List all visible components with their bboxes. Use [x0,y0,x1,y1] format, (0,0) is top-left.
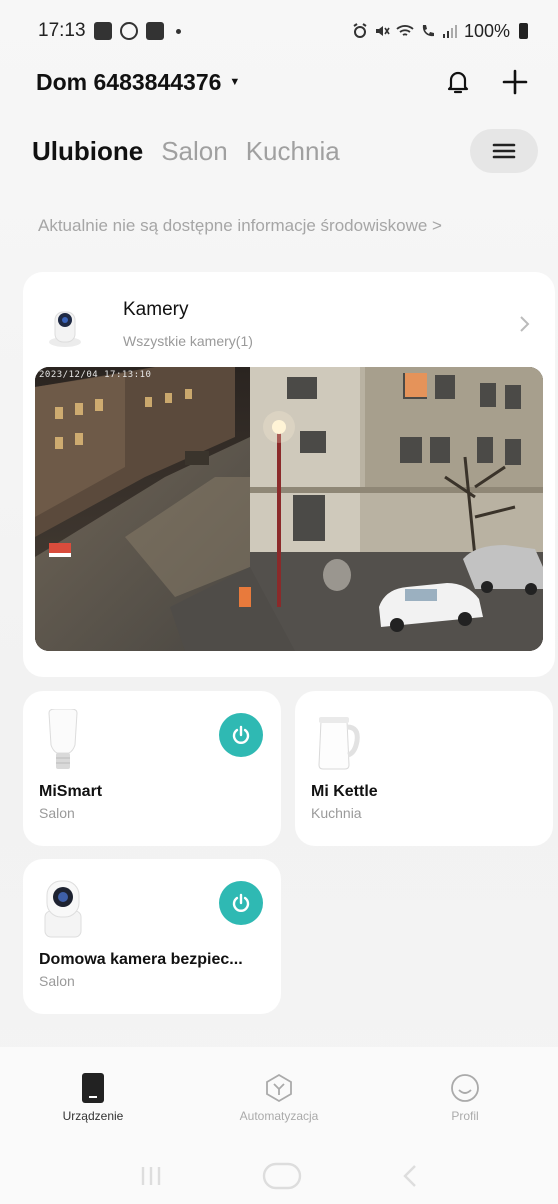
device-icon [82,1073,104,1103]
camera-feed-image: 2023/12/04 17:13:10 [35,367,543,651]
cameras-subtitle: Wszystkie kamery(1) [123,333,253,349]
notification-image-icon [145,22,164,40]
mute-icon [375,26,390,36]
room-tabs: Ulubione Salon Kuchnia [32,128,538,174]
nav-automation[interactable]: Automatyzacja [186,1047,372,1147]
device-room: Salon [39,805,75,821]
tab-salon[interactable]: Salon [161,136,228,167]
feed-timestamp: 2023/12/04 17:13:10 [39,370,151,380]
environment-info-link[interactable]: Aktualnie nie są dostępne informacje śro… [38,216,442,236]
notification-x-icon [119,22,138,40]
power-icon [232,725,250,744]
home-icon[interactable] [260,1161,304,1191]
nav-devices[interactable]: Urządzenie [0,1047,186,1147]
camera-live-feed[interactable]: 2023/12/04 17:13:10 [35,367,543,651]
power-button[interactable] [219,713,263,757]
battery-icon [519,23,528,39]
bell-icon[interactable] [446,69,470,95]
nav-label: Urządzenie [62,1109,124,1123]
nav-profile[interactable]: Profil [372,1047,558,1147]
tab-favorites[interactable]: Ulubione [32,136,143,167]
call-icon [422,25,434,37]
notification-dot-icon [175,28,181,34]
device-name: MiSmart [39,783,103,800]
recent-apps-icon[interactable] [139,1165,163,1187]
status-bar: 17:13 100% [0,0,558,62]
system-navigation-bar [0,1147,558,1204]
power-button[interactable] [219,881,263,925]
device-card-mismart[interactable]: MiSmart Salon [23,691,281,846]
automation-icon [266,1073,292,1103]
cameras-title: Kamery [123,299,189,320]
device-name: Mi Kettle [311,783,378,800]
status-time: 17:13 [38,20,86,41]
camera-icon [41,877,85,941]
bottom-navigation: Urządzenie Automatyzacja Profil [0,1047,558,1147]
cameras-card[interactable]: Kamery Wszystkie kamery(1) 2023/12/04 17… [23,272,555,677]
back-icon[interactable] [401,1164,419,1188]
device-room: Kuchnia [311,805,362,821]
device-card-mi-kettle[interactable]: Mi Kettle Kuchnia [295,691,553,846]
caret-down-icon: ▼ [229,76,241,88]
wifi-icon [396,25,414,36]
tabs-menu-button[interactable] [470,129,538,173]
hamburger-icon [492,143,516,159]
device-room: Salon [39,973,75,989]
bulb-icon [41,708,85,773]
cameras-header[interactable]: Kamery Wszystkie kamery(1) [43,294,535,354]
home-selector[interactable]: Dom 6483844376 ▼ [36,69,240,96]
battery-percent: 100% [463,20,510,41]
header: Dom 6483844376 ▼ [0,62,558,102]
alarm-icon [353,23,367,38]
signal-icon [442,25,457,38]
device-name: Domowa kamera bezpiec... [39,951,243,968]
home-name: Dom 6483844376 [36,68,222,95]
power-icon [232,893,250,912]
nav-label: Automatyzacja [239,1109,319,1123]
tab-kitchen[interactable]: Kuchnia [246,136,340,167]
nav-label: Profil [451,1109,479,1123]
kettle-icon [313,709,360,773]
camera-icon [43,298,87,350]
notification-app-icon [93,22,112,40]
add-device-icon[interactable] [502,69,528,95]
device-card-security-camera[interactable]: Domowa kamera bezpiec... Salon [23,859,281,1014]
chevron-right-icon [520,316,530,332]
profile-icon [451,1074,479,1102]
